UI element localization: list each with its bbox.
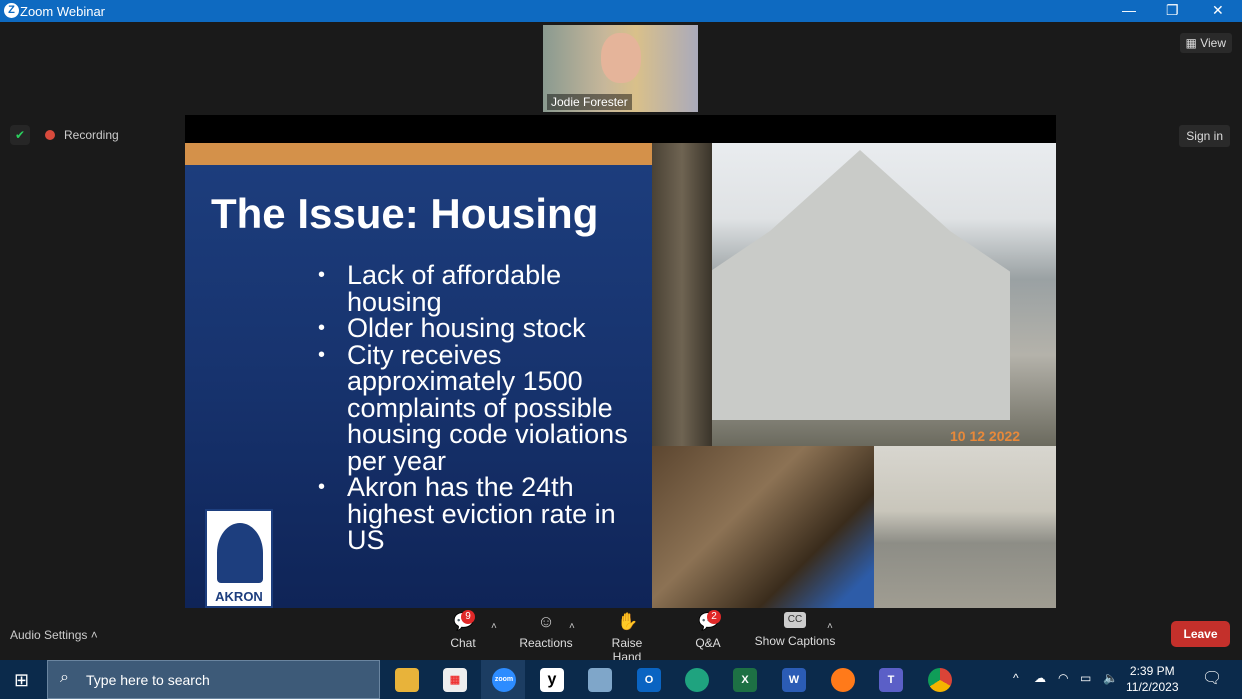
date: 11/2/2023	[1126, 680, 1179, 694]
recording-label: Recording	[64, 128, 119, 142]
akron-emblem-icon	[217, 523, 263, 583]
window-title: Zoom Webinar	[20, 4, 106, 19]
bullet: Older housing stock	[318, 315, 638, 342]
chevron-up-icon[interactable]: ˄	[491, 621, 497, 632]
windows-start-icon[interactable]: ⊞	[14, 670, 29, 691]
qa-badge: 2	[707, 610, 721, 624]
akron-logo: AKRON	[205, 509, 273, 608]
yahoo-icon[interactable]: y	[540, 668, 564, 692]
search-icon: ⌕	[60, 669, 69, 686]
akron-logo-text: AKRON	[215, 589, 263, 604]
slide-accent-bar	[185, 143, 652, 165]
outlook-icon[interactable]: O	[637, 668, 661, 692]
chevron-up-icon[interactable]: ^	[1013, 671, 1019, 685]
onedrive-icon[interactable]: ☁	[1034, 671, 1046, 685]
wifi-icon[interactable]: ◠	[1058, 671, 1068, 685]
chevron-up-icon: ˄	[90, 628, 98, 642]
audio-settings-button[interactable]: Audio Settings ˄	[10, 628, 98, 642]
store-icon[interactable]: ▦	[443, 668, 467, 692]
firefox-icon[interactable]	[831, 668, 855, 692]
audio-settings-label: Audio Settings	[10, 628, 88, 642]
sign-in-button[interactable]: Sign in	[1179, 125, 1230, 147]
app-icon[interactable]	[588, 668, 612, 692]
taskbar-search-input[interactable]: ⌕ Type here to search	[47, 660, 380, 699]
notifications-icon[interactable]: 🗨	[1202, 668, 1222, 688]
file-explorer-icon[interactable]	[395, 668, 419, 692]
bullet: City receives approximately 1500 complai…	[318, 341, 638, 475]
bullet: Lack of affordable housing	[318, 262, 638, 316]
speaker-video[interactable]: Jodie Forester	[543, 25, 698, 112]
chrome-icon[interactable]	[928, 668, 952, 692]
speaker-name: Jodie Forester	[547, 94, 632, 110]
view-button[interactable]: ▦ View	[1179, 33, 1232, 53]
restore-button[interactable]: ❐	[1166, 2, 1179, 19]
reactions-button[interactable]: ☺ Reactions	[518, 612, 574, 650]
qa-button[interactable]: 💬2Q&A	[693, 610, 723, 650]
clock[interactable]: 2:39 PM 11/2/2023	[1126, 663, 1179, 695]
zoom-app-icon[interactable]: zoom	[492, 668, 516, 692]
tree-trunk	[652, 143, 712, 446]
search-placeholder: Type here to search	[86, 672, 210, 688]
smiley-icon: ☺	[537, 612, 555, 631]
word-icon[interactable]: W	[782, 668, 806, 692]
view-label: View	[1200, 36, 1226, 50]
battery-icon[interactable]: ▭	[1080, 671, 1091, 685]
photo-date-stamp: 10 12 2022	[950, 428, 1021, 444]
grid-icon: ▦	[1185, 36, 1201, 50]
taskbar: ⊞ ⌕ Type here to search ▦ zoom y O X W T …	[0, 660, 1242, 699]
excel-icon[interactable]: X	[733, 668, 757, 692]
chevron-up-icon[interactable]: ˄	[569, 621, 575, 632]
shield-check-icon[interactable]: ✔	[10, 125, 30, 145]
minimize-button[interactable]: —	[1122, 2, 1136, 18]
zoom-logo-icon: Z	[4, 3, 19, 18]
slide-title: The Issue: Housing	[211, 190, 599, 237]
captions-label: Show Captions	[754, 634, 836, 648]
speaker-face	[601, 33, 641, 83]
damaged-wood-photo	[652, 446, 874, 608]
chat-button[interactable]: 💬9Chat	[447, 610, 479, 650]
slide-bullets: Lack of affordable housing Older housing…	[318, 262, 638, 554]
chevron-up-icon[interactable]: ˄	[827, 621, 833, 632]
chat-label: Chat	[450, 636, 476, 650]
cracked-steps-photo	[874, 446, 1056, 608]
title-bar: Z Zoom Webinar — ❐ ✕	[0, 0, 1242, 22]
teams-icon[interactable]: T	[879, 668, 903, 692]
volume-icon[interactable]: 🔈	[1103, 671, 1118, 685]
bullet: Akron has the 24th highest eviction rate…	[318, 474, 638, 554]
raise-hand-button[interactable]: ✋ Raise Hand	[596, 612, 658, 664]
close-button[interactable]: ✕	[1212, 2, 1224, 19]
qa-label: Q&A	[695, 636, 721, 650]
cc-icon: CC	[784, 612, 806, 628]
show-captions-button[interactable]: CC Show Captions	[754, 612, 836, 648]
reactions-label: Reactions	[519, 636, 573, 650]
hand-icon: ✋	[617, 612, 639, 631]
chat-badge: 9	[461, 610, 475, 624]
leave-button[interactable]: Leave	[1171, 621, 1230, 647]
edge-icon[interactable]	[685, 668, 709, 692]
recording-icon	[45, 130, 55, 140]
time: 2:39 PM	[1129, 664, 1175, 678]
